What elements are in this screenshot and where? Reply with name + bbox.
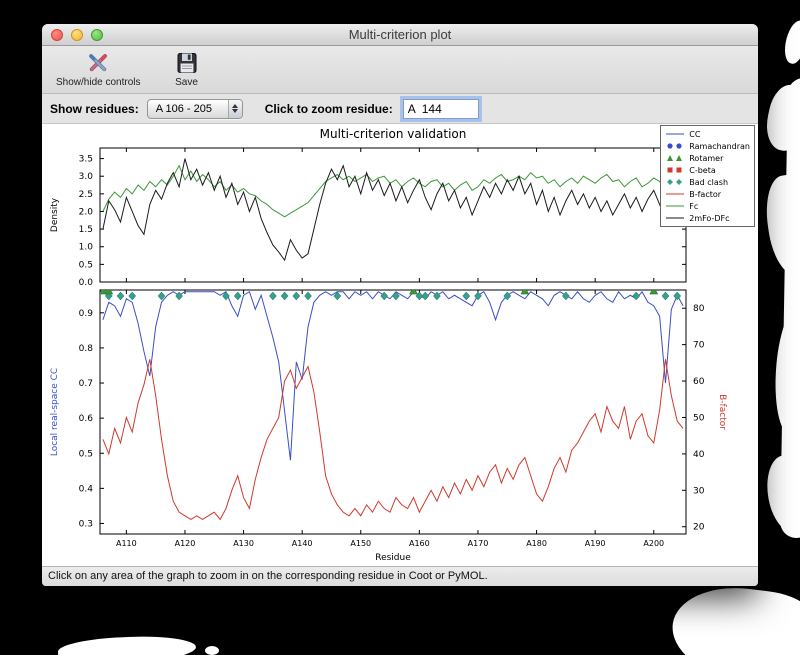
legend-item-fc: Fc (664, 200, 750, 212)
svg-text:0.7: 0.7 (79, 379, 93, 389)
svg-text:Residue: Residue (375, 553, 411, 563)
svg-text:2.5: 2.5 (79, 190, 93, 200)
svg-text:0.6: 0.6 (79, 414, 94, 424)
svg-text:A170: A170 (468, 539, 489, 548)
svg-text:20: 20 (693, 523, 705, 533)
cc-marker-icon (664, 130, 686, 138)
svg-text:0.5: 0.5 (79, 260, 93, 270)
legend-label: 2mFo-DFc (689, 213, 730, 223)
legend-label: Rotamer (689, 153, 724, 163)
show-hide-controls-label: Show/hide controls (56, 77, 141, 88)
legend-item-ramachandran: Ramachandran (664, 140, 750, 152)
zoom-residue-label: Click to zoom residue: (264, 101, 393, 116)
fc-marker-icon (664, 202, 686, 210)
torn-artifact (57, 633, 197, 655)
b-factor-marker-icon (664, 190, 686, 198)
legend-item-2mfo-dfc: 2mFo-DFc (664, 212, 750, 224)
close-button[interactable] (51, 29, 63, 41)
bad-clash-marker-icon (664, 178, 686, 186)
status-bar: Click on any area of the graph to zoom i… (42, 566, 758, 586)
svg-text:1.5: 1.5 (79, 225, 93, 235)
legend-item-c-beta: C-beta (664, 164, 750, 176)
svg-text:A160: A160 (409, 539, 430, 548)
svg-text:A110: A110 (116, 539, 137, 548)
status-text: Click on any area of the graph to zoom i… (48, 570, 488, 582)
svg-text:0.9: 0.9 (79, 309, 94, 319)
svg-text:Multi-criterion validation: Multi-criterion validation (320, 127, 467, 141)
svg-text:0.5: 0.5 (79, 449, 93, 459)
show-residues-label: Show residues: (50, 101, 139, 116)
torn-artifact (761, 81, 800, 155)
svg-text:80: 80 (693, 304, 705, 314)
torn-artifact (205, 646, 219, 655)
torn-artifact (761, 172, 800, 278)
svg-text:A180: A180 (526, 539, 547, 548)
title-bar[interactable]: Multi-criterion plot (42, 24, 758, 46)
svg-text:60: 60 (693, 377, 705, 387)
svg-text:1.0: 1.0 (79, 243, 94, 253)
c-beta-marker-icon (664, 166, 686, 174)
zoom-window-button[interactable] (91, 29, 103, 41)
rotamer-marker-icon (664, 154, 686, 162)
svg-text:A140: A140 (292, 539, 313, 548)
traffic-lights (51, 29, 103, 41)
save-button[interactable]: Save (171, 49, 203, 89)
svg-text:50: 50 (693, 413, 705, 423)
legend-label: C-beta (689, 165, 716, 175)
svg-text:A150: A150 (350, 539, 371, 548)
svg-text:Local real-space CC: Local real-space CC (50, 368, 60, 456)
svg-text:A130: A130 (233, 539, 254, 548)
crossed-tools-icon (89, 54, 108, 72)
save-label: Save (175, 77, 198, 88)
legend-item-cc: CC (664, 128, 750, 140)
ramachandran-marker-icon (664, 142, 686, 150)
show-hide-controls-button[interactable]: Show/hide controls (52, 49, 145, 89)
svg-text:0.8: 0.8 (79, 344, 94, 354)
legend-label: Bad clash (689, 177, 729, 187)
legend-label: B-factor (689, 189, 722, 199)
residue-range-value: A 106 - 205 (155, 102, 212, 115)
svg-text:A120: A120 (175, 539, 196, 548)
minimize-button[interactable] (71, 29, 83, 41)
legend-item-b-factor: B-factor (664, 188, 750, 200)
save-floppy-icon (177, 53, 196, 73)
svg-text:40: 40 (693, 450, 705, 460)
svg-text:A200: A200 (643, 539, 664, 548)
legend-item-bad-clash: Bad clash (664, 176, 750, 188)
plot-legend: CC Ramachandran Rotamer C-beta Bad clash B-fa… (660, 125, 755, 227)
legend-label: Ramachandran (689, 141, 750, 151)
svg-text:3.5: 3.5 (79, 155, 93, 165)
torn-artifact (780, 18, 800, 66)
svg-text:30: 30 (693, 486, 705, 496)
svg-text:2.0: 2.0 (79, 207, 94, 217)
torn-artifact (770, 303, 800, 437)
app-window: Multi-criterion plot Show/hide controls (42, 24, 758, 586)
legend-label: CC (689, 129, 701, 139)
svg-text:0.4: 0.4 (79, 484, 94, 494)
stepper-arrows-icon (227, 99, 242, 118)
plot-area[interactable]: Multi-criterion validation 0.0 0.5 1.0 1.5 2.… (42, 124, 758, 566)
legend-label: Fc (689, 201, 699, 211)
svg-text:A190: A190 (585, 539, 606, 548)
zoom-residue-input[interactable] (402, 98, 479, 119)
desktop-background: Multi-criterion plot Show/hide controls (0, 0, 800, 655)
svg-text:0.3: 0.3 (79, 519, 93, 529)
svg-text:0.0: 0.0 (79, 278, 94, 288)
window-title: Multi-criterion plot (348, 27, 452, 42)
svg-text:B-factor: B-factor (717, 394, 727, 430)
svg-text:3.0: 3.0 (79, 172, 94, 182)
svg-text:Density: Density (50, 197, 60, 232)
show-residues-select[interactable]: A 106 - 205 (146, 98, 243, 119)
legend-item-rotamer: Rotamer (664, 152, 750, 164)
2mfo-dfc-marker-icon (664, 214, 686, 222)
torn-artifact (761, 451, 800, 537)
torn-artifact (666, 580, 800, 655)
toolbar: Show/hide controls Save (42, 46, 758, 94)
controls-row: Show residues: A 106 - 205 Click to zoom… (42, 94, 758, 124)
svg-text:70: 70 (693, 341, 705, 351)
multi-criterion-plot[interactable]: Multi-criterion validation 0.0 0.5 1.0 1.5 2.… (42, 124, 758, 566)
